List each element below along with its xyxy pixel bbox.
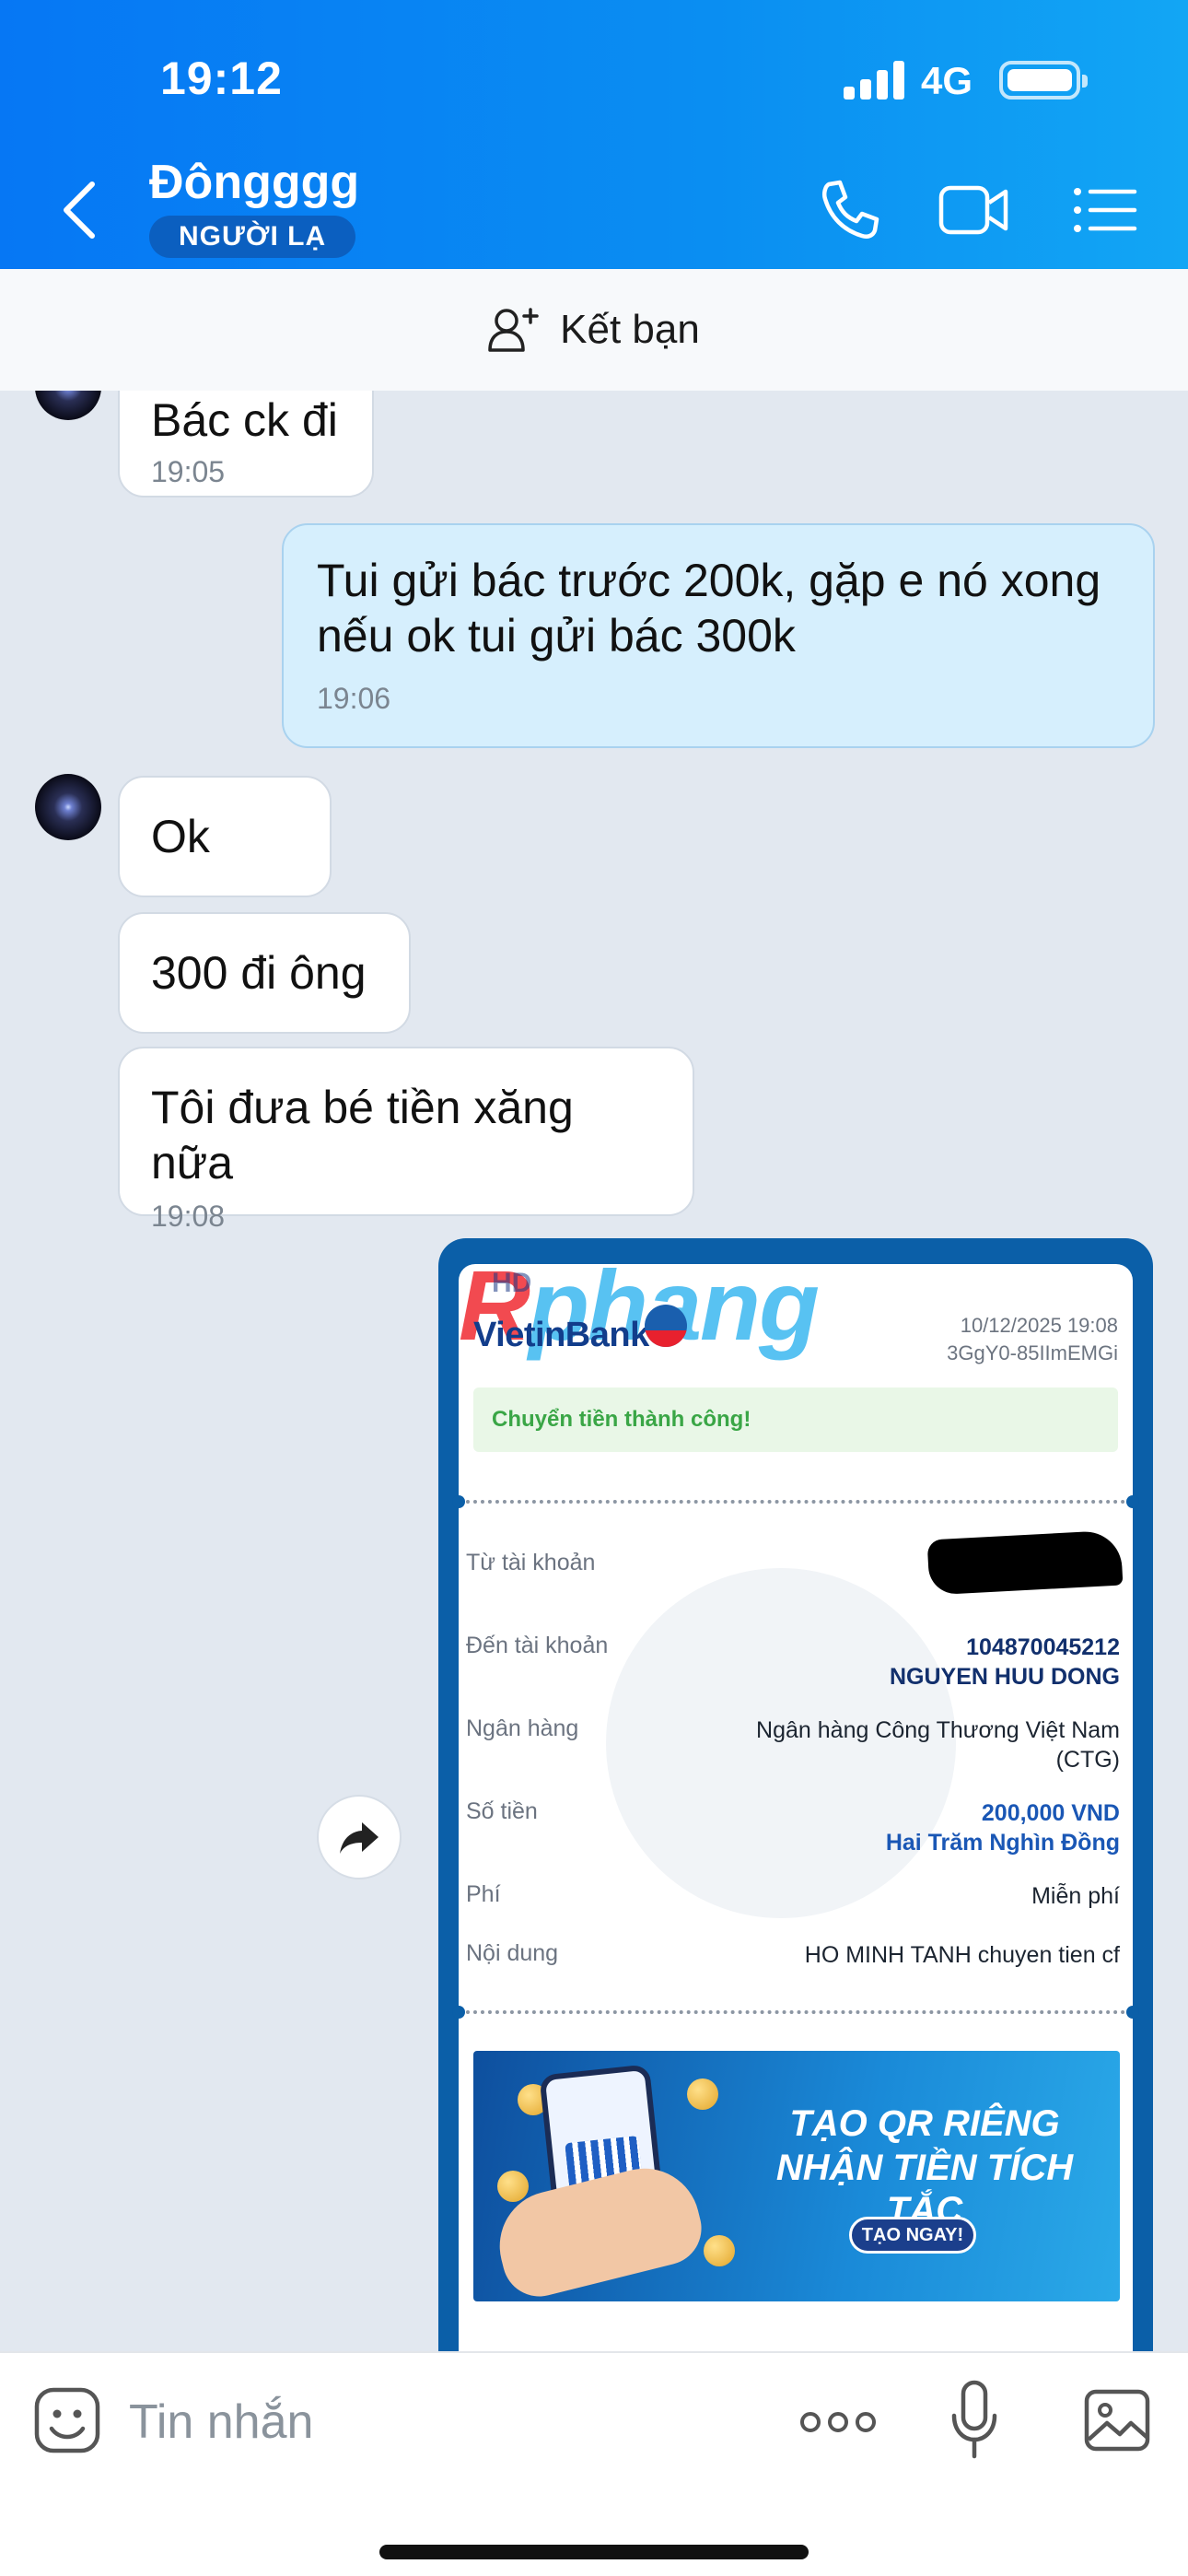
message-bubble-in[interactable]: Ok xyxy=(118,776,332,897)
microphone-icon[interactable] xyxy=(949,2379,1000,2462)
message-time: 19:08 xyxy=(151,1200,226,1233)
more-icon[interactable] xyxy=(799,2399,877,2445)
amount-row: Số tiền 200,000 VND Hai Trăm Nghìn Đồng xyxy=(466,1798,1120,1856)
back-icon[interactable] xyxy=(55,177,107,243)
video-call-icon[interactable] xyxy=(938,177,1011,243)
message-text: 300 đi ông xyxy=(151,947,367,999)
fee-row: Phí Miễn phí xyxy=(466,1881,1120,1909)
bank-row: Ngân hàng Ngân hàng Công Thương Việt Nam… xyxy=(466,1715,1120,1773)
message-time: 19:05 xyxy=(151,455,226,488)
message-input-bar xyxy=(0,2351,1188,2576)
success-status: Chuyển tiền thành công! xyxy=(473,1388,1118,1452)
transfer-receipt-image[interactable]: Rphang HD VietinBank 10/12/2025 19:08 3G… xyxy=(438,1238,1153,2351)
menu-list-icon[interactable] xyxy=(1070,177,1144,243)
chat-messages[interactable]: Bác ck đi 19:05 Tui gửi bác trước 200k, … xyxy=(0,391,1188,2351)
message-bubble-out[interactable]: Tui gửi bác trước 200k, gặp e nó xong nế… xyxy=(282,523,1155,748)
forward-button[interactable] xyxy=(317,1795,402,1879)
divider xyxy=(459,2010,1133,2014)
signal-icon xyxy=(844,61,904,100)
message-text: Bác ck đi xyxy=(151,394,338,446)
watermark-hd: HD xyxy=(492,1268,532,1298)
bank-logo: VietinBank xyxy=(473,1316,649,1354)
message-bubble-in[interactable]: Bác ck đi 19:05 xyxy=(118,391,374,498)
stranger-badge: NGƯỜI LẠ xyxy=(149,216,356,258)
avatar[interactable] xyxy=(35,774,101,840)
divider xyxy=(459,1500,1133,1504)
forward-icon xyxy=(340,1822,379,1854)
content-row: Nội dung HO MINH TANH chuyen tien cf xyxy=(466,1940,1120,1968)
sticker-icon[interactable] xyxy=(33,2386,101,2454)
network-type: 4G xyxy=(921,59,973,102)
message-input[interactable] xyxy=(129,2394,681,2451)
battery-icon xyxy=(999,61,1088,100)
image-icon[interactable] xyxy=(1083,2386,1151,2454)
message-text: Ok xyxy=(151,811,210,862)
message-bubble-in[interactable]: 300 đi ông xyxy=(118,912,411,1034)
message-text-line1: Tui gửi bác trước 200k, gặp e nó xong xyxy=(317,555,1101,606)
status-time: 19:12 xyxy=(160,53,283,104)
phone-icon[interactable] xyxy=(814,177,888,243)
bank-logo-mark xyxy=(645,1305,687,1347)
promo-banner[interactable]: TẠO QR RIÊNG NHẬN TIỀN TÍCH TẮC TẠO NGAY… xyxy=(473,2051,1120,2301)
banner-headline-1: TẠO QR RIÊNG xyxy=(789,2103,1060,2144)
add-friend-bar[interactable]: Kết bạn xyxy=(0,269,1188,391)
banner-cta-button[interactable]: TẠO NGAY! xyxy=(849,2217,976,2254)
add-friend-label: Kết bạn xyxy=(560,307,700,352)
receipt-body: Rphang HD VietinBank 10/12/2025 19:08 3G… xyxy=(452,1249,1139,2351)
avatar[interactable] xyxy=(35,391,101,420)
home-indicator[interactable] xyxy=(379,2545,809,2559)
message-bubble-in[interactable]: Tôi đưa bé tiền xăng nữa 19:08 xyxy=(118,1047,694,1233)
message-time: 19:06 xyxy=(317,682,391,715)
message-text: Tôi đưa bé tiền xăng nữa xyxy=(151,1082,574,1188)
add-friend-icon xyxy=(488,308,539,352)
contact-name[interactable]: Đôngggg xyxy=(149,155,359,210)
chat-header: 19:12 4G Đôngggg NGƯỜI LẠ xyxy=(0,0,1188,269)
message-text-line2: nếu ok tui gửi bác 300k xyxy=(317,610,796,662)
receipt-datetime: 10/12/2025 19:08 3GgY0-85IImEMGi xyxy=(947,1314,1118,1364)
from-account-row: Từ tài khoản xyxy=(466,1550,596,1575)
to-account-row: Đến tài khoản 104870045212 NGUYEN HUU DON… xyxy=(466,1633,1120,1690)
